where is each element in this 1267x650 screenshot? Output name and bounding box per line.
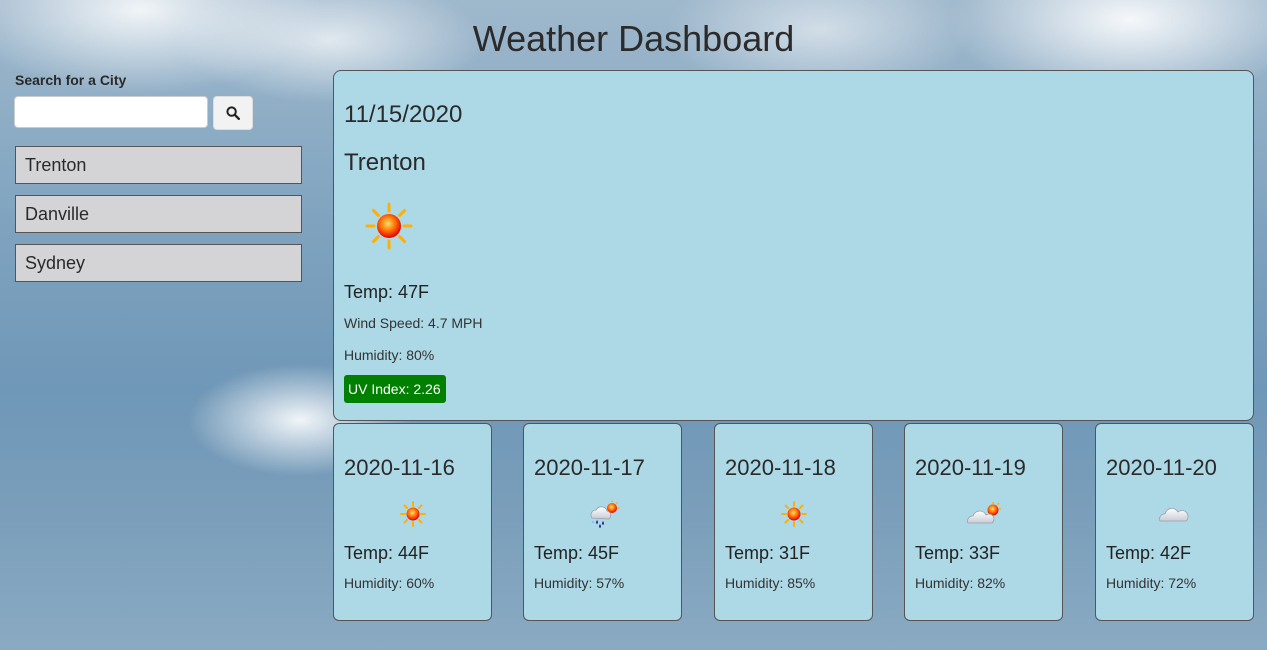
forecast-date: 2020-11-17 [534,455,645,480]
forecast-date: 2020-11-20 [1106,455,1217,480]
forecast-humidity: Humidity: 82% [915,575,1006,591]
forecast-temp: Temp: 44F [344,543,430,563]
forecast-humidity: Humidity: 85% [725,575,816,591]
history-item-danville[interactable]: Danville [15,195,302,233]
search-icon [226,106,240,120]
forecast-card: 2020-11-18 Temp: 31F Humidity: 85% [714,423,873,621]
current-temp: Temp: 47F [344,282,430,302]
history-item-trenton[interactable]: Trenton [15,146,302,184]
current-weather-card: 11/15/2020 Trenton Temp: 47F Wind Speed:… [333,70,1254,421]
history-item-sydney[interactable]: Sydney [15,244,302,282]
search-input[interactable] [14,96,208,128]
forecast-humidity: Humidity: 60% [344,575,435,591]
current-humidity: Humidity: 80% [344,347,435,363]
cloud-icon [1158,508,1188,522]
forecast-temp: Temp: 42F [1106,543,1192,563]
sidebar: Search for a City Trenton Danville Sydne… [14,70,304,293]
forecast-temp: Temp: 45F [534,543,620,563]
forecast-temp: Temp: 33F [915,543,1001,563]
sun-icon [365,202,413,250]
forecast-temp: Temp: 31F [725,543,811,563]
sun-icon [780,501,807,527]
forecast-date: 2020-11-18 [725,455,836,480]
sun-icon [399,501,426,527]
forecast-card: 2020-11-17 Temp: 45F Humidity: 57% [523,423,682,621]
forecast-card: 2020-11-20 Temp: 42F Humidity: 72% [1095,423,1254,621]
rain-snow-sun-icon [590,500,619,528]
forecast-card: 2020-11-19 Temp: 33F Humidity: 82% [904,423,1063,621]
page-title: Weather Dashboard [472,18,795,59]
current-city: Trenton [344,149,426,176]
current-wind: Wind Speed: 4.7 MPH [344,315,483,331]
search-button[interactable] [213,96,253,130]
forecast-humidity: Humidity: 72% [1106,575,1197,591]
forecast-date: 2020-11-16 [344,455,455,480]
forecast-humidity: Humidity: 57% [534,575,625,591]
current-date: 11/15/2020 [344,101,463,128]
search-label: Search for a City [15,72,127,88]
search-row [14,96,304,130]
partly-cloudy-icon [966,502,1001,524]
uv-index-badge: UV Index: 2.26 [344,375,446,403]
forecast-card: 2020-11-16 Temp: 44F Humidity: 60% [333,423,492,621]
forecast-date: 2020-11-19 [915,455,1026,480]
